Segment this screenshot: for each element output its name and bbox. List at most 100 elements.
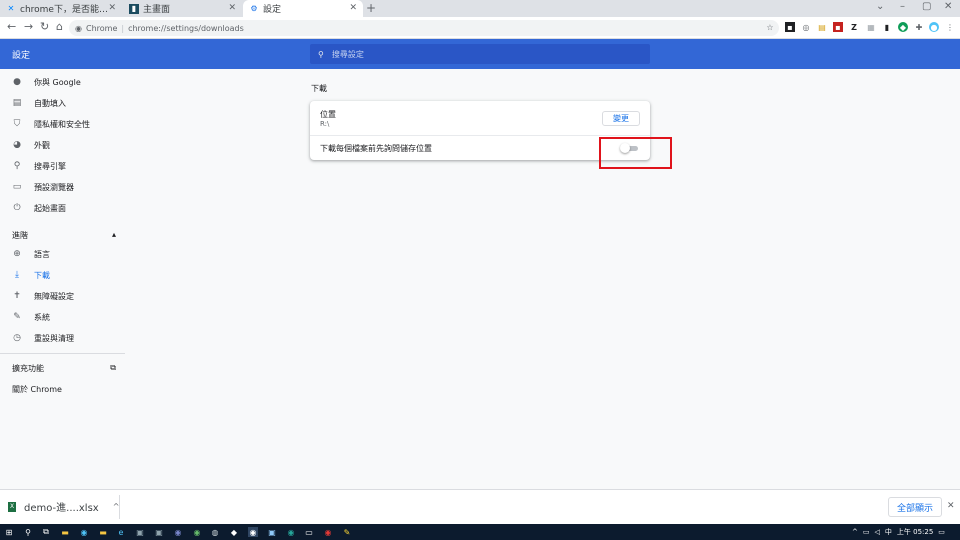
sidebar-item-languages[interactable]: ⊕ 語言 [0, 244, 125, 264]
sidebar-item-label: 無障礙設定 [34, 291, 74, 301]
search-icon: ⚲ [318, 49, 324, 59]
extension-dark-icon[interactable]: ▪ [785, 22, 795, 32]
sidebar-item-privacy[interactable]: ⛉ 隱私權和安全性 [0, 114, 125, 134]
app-icon[interactable]: ◉ [323, 527, 333, 537]
task-view-icon[interactable]: ⧉ [41, 527, 51, 537]
app-icon[interactable]: ◆ [229, 527, 239, 537]
tab-settings[interactable]: ⚙ 設定 ✕ [243, 0, 363, 17]
extension-bar-icon[interactable]: ▮ [882, 22, 892, 32]
tab-search-chevron-icon[interactable]: ⌄ [876, 1, 884, 12]
person-icon: ● [13, 77, 21, 87]
download-icon: ⤓ [15, 270, 19, 280]
sidebar-item-label: 系統 [34, 312, 50, 322]
clock[interactable]: 上午 05:25 [897, 527, 933, 537]
advanced-toggle[interactable]: 進階 ▴ [12, 230, 116, 241]
ask-where-to-save-label: 下載每個檔案前先詢問儲存位置 [320, 144, 432, 153]
app-icon[interactable]: ◉ [173, 527, 183, 537]
more-menu-icon[interactable]: ⋮ [945, 22, 955, 32]
network-icon[interactable]: ▭ [863, 528, 870, 536]
tab-zhihu[interactable]: ✕ chrome下，是否能… ✕ [0, 0, 122, 17]
notification-icon[interactable]: ▭ [938, 528, 945, 536]
app-icon[interactable]: ▣ [267, 527, 277, 537]
download-file-name: demo-進....xlsx [24, 503, 99, 514]
bookmark-star-icon[interactable]: ☆ [765, 22, 775, 32]
app-icon[interactable]: ✎ [342, 527, 352, 537]
edge-icon[interactable]: ◉ [79, 527, 89, 537]
card-divider [310, 135, 650, 136]
sidebar-item-on-startup[interactable]: ⏻ 起始畫面 [0, 198, 125, 218]
folder-icon[interactable]: ▬ [98, 527, 108, 537]
extension-note-icon[interactable]: ▤ [817, 22, 827, 32]
close-icon[interactable]: ✕ [228, 3, 236, 13]
home-icon[interactable]: ⌂ [56, 20, 63, 33]
sidebar-item-extensions[interactable]: 擴充功能 ⧉ [12, 363, 116, 374]
sidebar-item-about-chrome[interactable]: 關於 Chrome [12, 384, 62, 395]
shield-icon: ⛉ [13, 119, 21, 129]
sidebar-item-downloads[interactable]: ⤓ 下載 [0, 265, 125, 285]
extension-green-icon[interactable]: ◆ [898, 22, 908, 32]
puzzle-icon[interactable]: ✚ [914, 22, 924, 32]
highlight-box [599, 137, 672, 169]
chevron-up-icon[interactable]: ^ [852, 528, 858, 536]
new-tab-plus-icon[interactable]: + [366, 1, 376, 15]
tab-home[interactable]: ▮ 主畫面 ✕ [123, 0, 242, 17]
app-icon[interactable]: ◍ [210, 527, 220, 537]
forward-arrow-icon[interactable]: → [24, 20, 33, 33]
extension-red-icon[interactable]: ▪ [833, 22, 843, 32]
download-item[interactable]: X demo-進....xlsx ^ [8, 499, 119, 514]
close-icon[interactable]: ✕ [947, 501, 955, 511]
reload-icon[interactable]: ↻ [40, 20, 49, 33]
extension-grey-icon[interactable]: ▦ [866, 22, 876, 32]
change-location-button[interactable]: 變更 [602, 111, 640, 126]
window-close-icon[interactable]: ✕ [944, 1, 952, 12]
sidebar-item-label: 你與 Google [34, 77, 81, 87]
excel-file-icon: X [8, 501, 16, 512]
sidebar-item-label: 關於 Chrome [12, 385, 62, 394]
sidebar-item-label: 自動填入 [34, 98, 66, 108]
search-input[interactable] [329, 48, 630, 60]
site-label: Chrome [85, 23, 118, 33]
ie-icon[interactable]: e [116, 527, 126, 537]
app-icon[interactable]: ▣ [135, 527, 145, 537]
input-method-icon[interactable]: 中 [885, 527, 892, 537]
sidebar-item-you-and-google[interactable]: ● 你與 Google [0, 72, 125, 92]
zhihu-icon: ✕ [7, 4, 15, 13]
location-value: R:\ [320, 120, 330, 128]
back-arrow-icon[interactable]: ← [7, 20, 16, 33]
app-icon[interactable]: ◉ [286, 527, 296, 537]
windows-start-icon[interactable]: ⊞ [4, 527, 14, 537]
minimize-icon[interactable]: – [900, 1, 905, 12]
sidebar-item-appearance[interactable]: ◕ 外觀 [0, 135, 125, 155]
app-icon[interactable]: ▣ [154, 527, 164, 537]
address-bar[interactable]: ◉ Chrome | chrome://settings/downloads [69, 20, 779, 36]
close-icon[interactable]: ✕ [108, 3, 116, 13]
extension-circle-icon[interactable]: ◎ [801, 22, 811, 32]
maximize-icon[interactable]: ▢ [922, 1, 931, 12]
sidebar-item-accessibility[interactable]: ✝ 無障礙設定 [0, 286, 125, 306]
history-icon: ◷ [13, 333, 21, 343]
extension-z-icon[interactable]: Z [849, 22, 859, 32]
tab-title: chrome下，是否能… [20, 5, 108, 15]
settings-icon: ⚙ [250, 4, 258, 13]
separator: | [121, 23, 125, 33]
show-all-button[interactable]: 全部顯示 [888, 497, 942, 517]
app-icon[interactable]: ◉ [192, 527, 202, 537]
sidebar-item-system[interactable]: ✎ 系統 [0, 307, 125, 327]
section-title: 下載 [311, 84, 327, 93]
volume-icon[interactable]: ◁ [875, 528, 880, 536]
sidebar-item-label: 重設與清理 [34, 333, 74, 343]
search-bar[interactable]: ⚲ [310, 44, 650, 64]
sidebar-item-label: 搜尋引擎 [34, 161, 66, 171]
avatar[interactable]: ● [929, 22, 939, 32]
sidebar-item-reset[interactable]: ◷ 重設與清理 [0, 328, 125, 348]
sidebar-item-autofill[interactable]: ▤ 自動填入 [0, 93, 125, 113]
sidebar-divider [0, 353, 125, 354]
power-icon: ⏻ [13, 203, 21, 213]
close-icon[interactable]: ✕ [349, 3, 357, 13]
search-icon[interactable]: ⚲ [23, 527, 33, 537]
file-explorer-icon[interactable]: ▬ [60, 527, 70, 537]
chrome-taskbar-icon[interactable]: ◉ [248, 527, 258, 537]
app-icon[interactable]: ▭ [304, 527, 314, 537]
sidebar-item-default-browser[interactable]: ▭ 預設瀏覽器 [0, 177, 125, 197]
sidebar-item-search-engine[interactable]: ⚲ 搜尋引擎 [0, 156, 125, 176]
